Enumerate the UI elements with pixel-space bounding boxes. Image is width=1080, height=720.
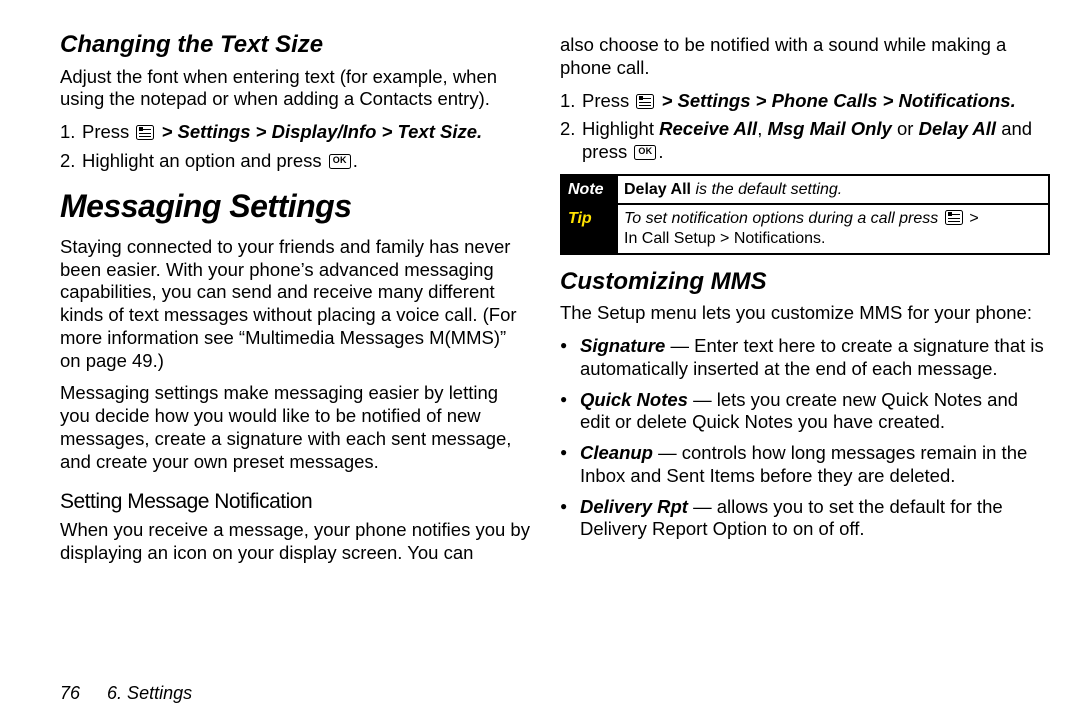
page-columns: Changing the Text Size Adjust the font w… bbox=[60, 30, 1050, 670]
menu-icon bbox=[636, 94, 654, 109]
ok-icon bbox=[634, 145, 656, 160]
notification-step-2: 2. Highlight Receive All, Msg Mail Only … bbox=[560, 118, 1050, 164]
note-label: Note bbox=[562, 176, 618, 204]
heading-text-size: Changing the Text Size bbox=[60, 30, 530, 60]
note-row: Note Delay All is the default setting. bbox=[562, 176, 1048, 204]
notification-steps: 1. Press > Settings > Phone Calls > Noti… bbox=[560, 90, 1050, 164]
note-content: Delay All is the default setting. bbox=[618, 176, 1048, 204]
text-size-paragraph: Adjust the font when entering text (for … bbox=[60, 66, 530, 112]
right-column: also choose to be notified with a sound … bbox=[560, 30, 1050, 670]
left-column: Changing the Text Size Adjust the font w… bbox=[60, 30, 530, 670]
mms-bullet-signature: Signature — Enter text here to create a … bbox=[560, 335, 1050, 381]
ok-icon bbox=[329, 154, 351, 169]
section-title: 6. Settings bbox=[107, 683, 192, 703]
tip-content: To set notification options during a cal… bbox=[618, 203, 1048, 252]
notification-step-1: 1. Press > Settings > Phone Calls > Noti… bbox=[560, 90, 1050, 113]
page-footer: 76 6. Settings bbox=[60, 682, 192, 704]
page-number: 76 bbox=[60, 683, 80, 703]
tip-row: Tip To set notification options during a… bbox=[562, 203, 1048, 252]
heading-setting-notification: Setting Message Notification bbox=[60, 489, 530, 515]
mms-bullet-deliveryrpt: Delivery Rpt — allows you to set the def… bbox=[560, 496, 1050, 542]
continuation-para: also choose to be notified with a sound … bbox=[560, 34, 1050, 80]
messaging-para-2: Messaging settings make messaging easier… bbox=[60, 382, 530, 473]
mms-para: The Setup menu lets you customize MMS fo… bbox=[560, 302, 1050, 325]
menu-icon bbox=[136, 125, 154, 140]
heading-customizing-mms: Customizing MMS bbox=[560, 267, 1050, 297]
text-size-step-1: 1. Press > Settings > Display/Info > Tex… bbox=[60, 121, 530, 144]
mms-bullets: Signature — Enter text here to create a … bbox=[560, 335, 1050, 541]
notification-para: When you receive a message, your phone n… bbox=[60, 519, 530, 565]
menu-icon bbox=[945, 210, 963, 225]
mms-bullet-quicknotes: Quick Notes — lets you create new Quick … bbox=[560, 389, 1050, 435]
messaging-para-1: Staying connected to your friends and fa… bbox=[60, 236, 530, 373]
text-size-steps: 1. Press > Settings > Display/Info > Tex… bbox=[60, 121, 530, 173]
mms-bullet-cleanup: Cleanup — controls how long messages rem… bbox=[560, 442, 1050, 488]
text-size-step-2: 2. Highlight an option and press . bbox=[60, 150, 530, 173]
tip-label: Tip bbox=[562, 203, 618, 252]
heading-messaging-settings: Messaging Settings bbox=[60, 187, 530, 226]
note-tip-box: Note Delay All is the default setting. T… bbox=[560, 174, 1050, 255]
